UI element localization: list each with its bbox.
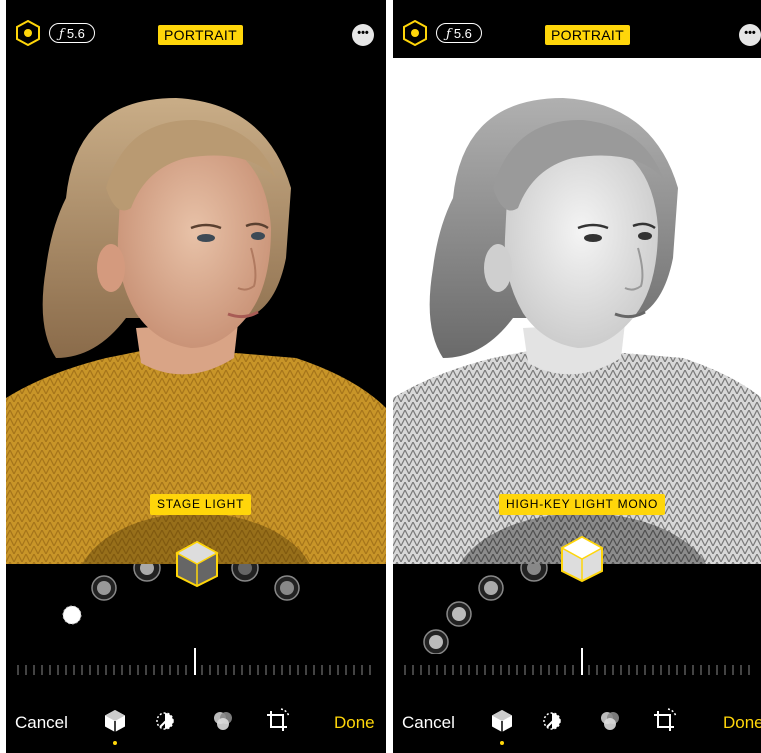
fstop-value: 5.6: [453, 26, 472, 41]
portrait-photo: [393, 58, 761, 564]
aperture-f-icon: ƒ: [446, 27, 451, 42]
done-button[interactable]: Done: [334, 713, 375, 733]
portrait-lighting-cube-icon[interactable]: [174, 540, 220, 588]
top-toolbar: ƒ 5.6 PORTRAIT •••: [393, 0, 761, 58]
done-button[interactable]: Done: [723, 713, 761, 733]
portrait-photo: [6, 58, 386, 564]
more-icon[interactable]: •••: [352, 24, 374, 46]
depth-fstop-button[interactable]: ƒ 5.6: [436, 23, 482, 43]
more-icon[interactable]: •••: [739, 24, 761, 46]
depth-fstop-button[interactable]: ƒ 5.6: [49, 23, 95, 43]
edit-screen-stage-light: ƒ 5.6 PORTRAIT ••• STAGE LIGHT Cancel Do…: [6, 0, 386, 753]
natural-light-option-icon[interactable]: [62, 605, 82, 625]
filters-icon[interactable]: [596, 707, 624, 735]
aperture-f-icon: ƒ: [59, 27, 64, 42]
filters-icon[interactable]: [209, 707, 237, 735]
cancel-button[interactable]: Cancel: [402, 713, 455, 733]
edit-screen-high-key-mono: ƒ 5.6 PORTRAIT ••• HIGH-KEY LIGHT MONO C…: [393, 0, 761, 753]
top-toolbar: ƒ 5.6 PORTRAIT •••: [6, 0, 386, 58]
active-tool-dot: [113, 741, 117, 745]
cancel-button[interactable]: Cancel: [15, 713, 68, 733]
crop-rotate-icon[interactable]: [650, 707, 678, 735]
portrait-lighting-cube-icon[interactable]: [559, 535, 605, 583]
fstop-value: 5.6: [66, 26, 85, 41]
portrait-mode-badge[interactable]: PORTRAIT: [545, 25, 630, 45]
adjust-dial-icon[interactable]: [538, 707, 566, 735]
adjust-dial-icon[interactable]: [151, 707, 179, 735]
portrait-mode-hexagon-icon[interactable]: [16, 20, 40, 46]
active-tool-dot: [500, 741, 504, 745]
intensity-slider[interactable]: [393, 640, 761, 680]
portrait-lighting-cube-icon[interactable]: [101, 707, 129, 735]
bottom-toolbar: Cancel Done: [6, 693, 386, 753]
portrait-lighting-cube-icon[interactable]: [488, 707, 516, 735]
lighting-effect-label: HIGH-KEY LIGHT MONO: [499, 494, 666, 515]
intensity-slider[interactable]: [6, 640, 386, 680]
crop-rotate-icon[interactable]: [263, 707, 291, 735]
portrait-mode-hexagon-icon[interactable]: [403, 20, 427, 46]
lighting-effect-label: STAGE LIGHT: [150, 494, 252, 515]
bottom-toolbar: Cancel Done: [393, 693, 761, 753]
portrait-mode-badge[interactable]: PORTRAIT: [158, 25, 243, 45]
